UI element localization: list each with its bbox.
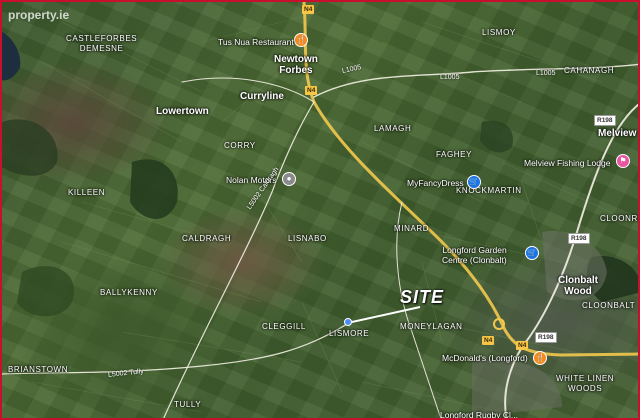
satellite-map[interactable]: property.ie CASTLEFORBES DEMESNE LISMOY … <box>0 0 640 420</box>
site-location-marker[interactable] <box>344 318 352 326</box>
site-label: SITE <box>400 287 445 307</box>
site-pointer-line <box>351 306 421 323</box>
site-pointer-layer <box>351 306 421 323</box>
